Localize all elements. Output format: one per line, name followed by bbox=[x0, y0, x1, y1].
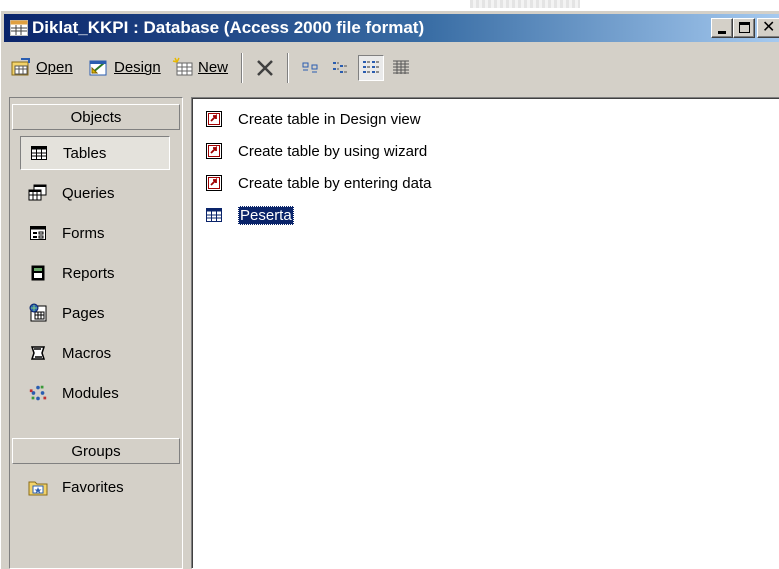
list-item-peserta[interactable]: Peserta bbox=[204, 202, 294, 228]
toolbar-separator bbox=[287, 53, 289, 83]
new-label: New bbox=[198, 58, 229, 76]
sidebar-item-queries[interactable]: Queries bbox=[20, 176, 170, 210]
database-toolbar: Open Design New bbox=[4, 45, 779, 91]
small-icons-view-icon bbox=[333, 62, 347, 73]
small-icons-button[interactable] bbox=[328, 55, 354, 81]
new-icon bbox=[172, 57, 193, 76]
sidebar-item-tables[interactable]: Tables bbox=[20, 136, 170, 170]
maximize-icon bbox=[739, 22, 750, 33]
design-button[interactable]: Design bbox=[88, 53, 161, 81]
open-label: Open bbox=[36, 58, 73, 76]
sidebar-item-label: Pages bbox=[62, 304, 105, 322]
groups-header[interactable]: Groups bbox=[12, 438, 180, 464]
sidebar-item-reports[interactable]: Reports bbox=[20, 256, 170, 290]
page-icon bbox=[28, 303, 48, 323]
objects-group-header[interactable]: Objects bbox=[12, 104, 180, 130]
list-view-button[interactable] bbox=[358, 55, 384, 81]
sidebar-item-modules[interactable]: Modules bbox=[20, 376, 170, 410]
sidebar-item-label: Reports bbox=[62, 264, 115, 282]
sidebar-item-label: Modules bbox=[62, 384, 119, 402]
design-label: Design bbox=[114, 58, 161, 76]
title-bar[interactable]: Diklat_KKPI : Database (Access 2000 file… bbox=[4, 14, 779, 42]
delete-button[interactable] bbox=[252, 55, 278, 81]
module-icon bbox=[28, 383, 48, 403]
table-icon bbox=[204, 205, 224, 225]
database-window: Diklat_KKPI : Database (Access 2000 file… bbox=[0, 10, 779, 569]
database-window-icon[interactable] bbox=[10, 20, 28, 36]
shortcut-icon bbox=[204, 109, 224, 129]
sidebar-item-favorites[interactable]: Favorites bbox=[20, 470, 170, 504]
details-view-icon bbox=[393, 60, 409, 74]
details-view-button[interactable] bbox=[388, 55, 414, 81]
query-icon bbox=[28, 183, 48, 203]
list-item-create-wizard[interactable]: Create table by using wizard bbox=[204, 138, 427, 164]
list-item-label: Peserta bbox=[238, 205, 294, 225]
sidebar-item-label: Forms bbox=[62, 224, 105, 242]
table-icon bbox=[29, 143, 49, 163]
large-icons-button[interactable] bbox=[298, 55, 324, 81]
toolbar-separator bbox=[241, 53, 243, 83]
sidebar-item-label: Macros bbox=[62, 344, 112, 362]
list-view-icon bbox=[363, 61, 379, 73]
open-button[interactable]: Open bbox=[10, 53, 73, 81]
macro-icon bbox=[28, 343, 48, 363]
object-list[interactable]: Create table in Design view Create table… bbox=[191, 97, 779, 569]
sidebar-item-forms[interactable]: Forms bbox=[20, 216, 170, 250]
sidebar-item-label: Tables bbox=[63, 144, 107, 162]
new-button[interactable]: New bbox=[172, 53, 228, 81]
maximize-button[interactable] bbox=[733, 18, 755, 38]
list-item-create-entering-data[interactable]: Create table by entering data bbox=[204, 170, 431, 196]
large-icons-view-icon bbox=[302, 62, 318, 73]
list-item-create-design-view[interactable]: Create table in Design view bbox=[204, 106, 421, 132]
background-strip bbox=[0, 0, 779, 10]
form-icon bbox=[28, 223, 48, 243]
objects-bar: Objects Tables Queries Forms Reports Pag… bbox=[9, 97, 183, 569]
design-icon bbox=[89, 60, 107, 76]
window-title: Diklat_KKPI : Database (Access 2000 file… bbox=[32, 18, 425, 37]
list-item-label: Create table by using wizard bbox=[238, 142, 428, 160]
sidebar-item-label: Queries bbox=[62, 184, 115, 202]
delete-icon bbox=[257, 60, 273, 76]
sidebar-item-macros[interactable]: Macros bbox=[20, 336, 170, 370]
list-item-label: Create table in Design view bbox=[238, 110, 421, 128]
open-icon bbox=[11, 58, 30, 76]
sidebar-item-label: Favorites bbox=[62, 478, 124, 496]
sidebar-item-pages[interactable]: Pages bbox=[20, 296, 170, 330]
list-item-label: Create table by entering data bbox=[238, 174, 432, 192]
minimize-button[interactable] bbox=[711, 18, 733, 38]
close-button[interactable]: ✕ bbox=[757, 18, 779, 38]
background-texture bbox=[470, 0, 580, 8]
close-icon: ✕ bbox=[762, 19, 776, 36]
report-icon bbox=[28, 263, 48, 283]
shortcut-icon bbox=[204, 141, 224, 161]
minimize-icon bbox=[718, 31, 726, 34]
favorites-folder-icon bbox=[28, 477, 48, 497]
shortcut-icon bbox=[204, 173, 224, 193]
